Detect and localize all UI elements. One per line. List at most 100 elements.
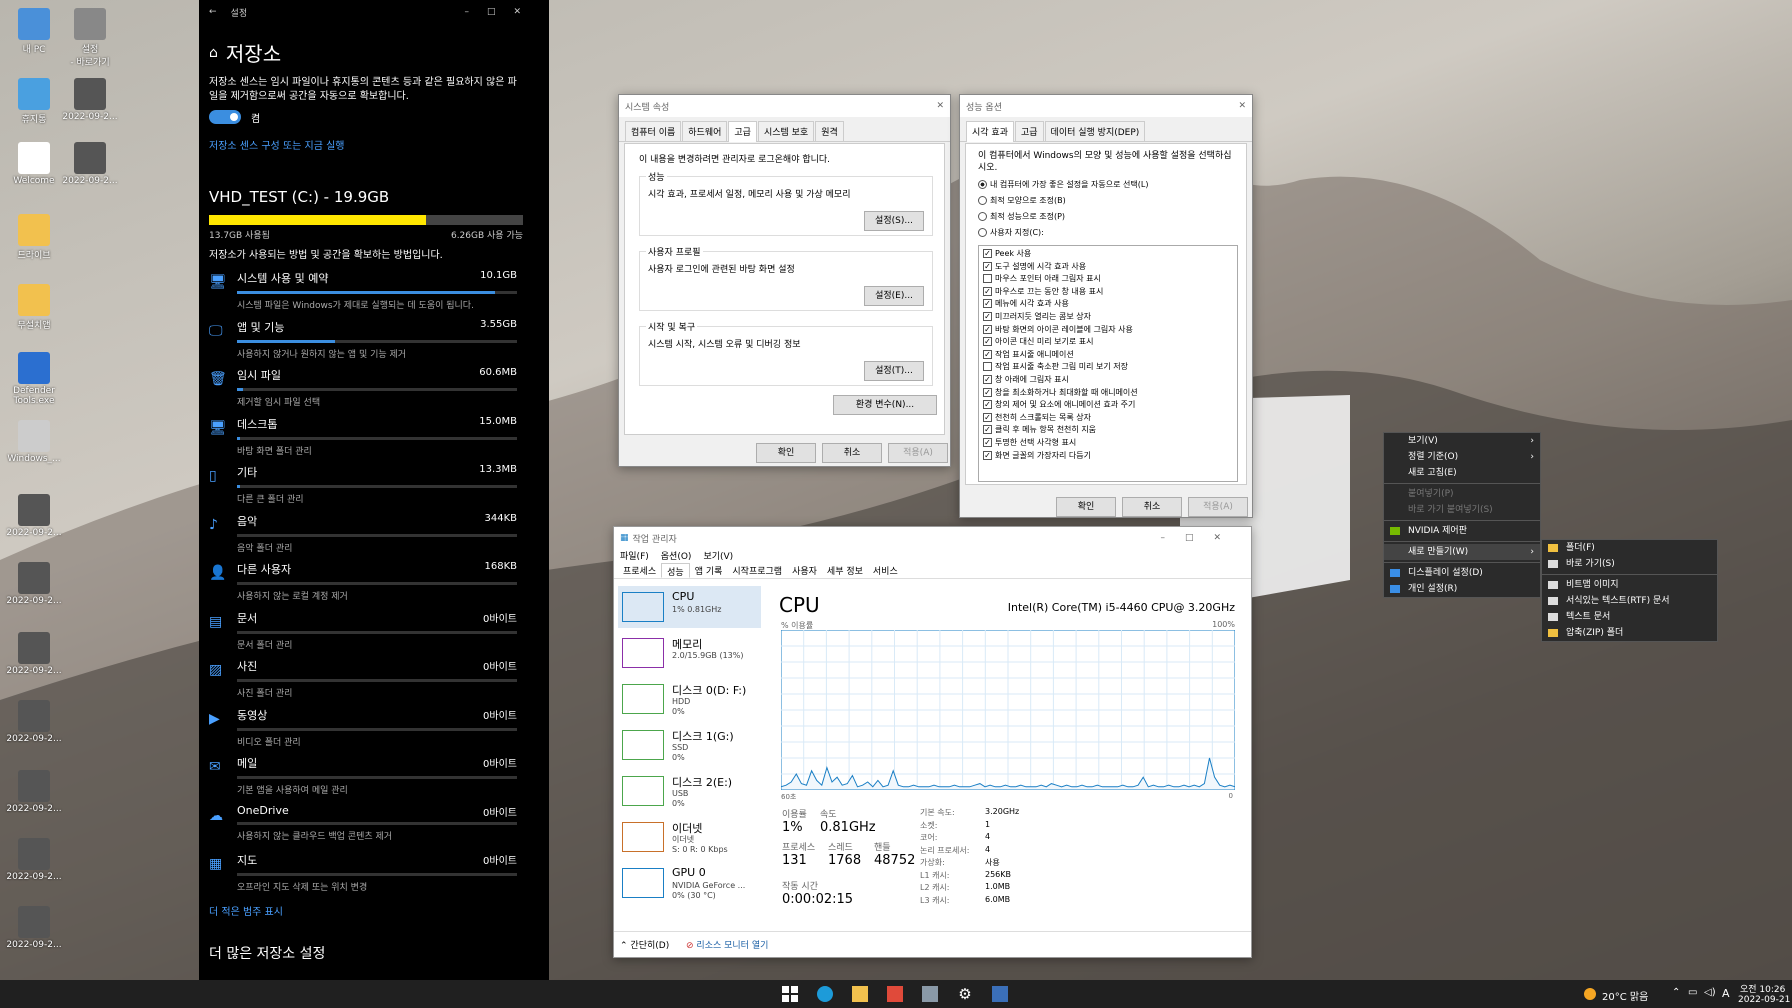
checkbox[interactable]: ✓ [983,261,992,271]
storage-category[interactable]: 지도 0바이트 오프라인 지도 삭제 또는 위치 변경 [237,852,517,893]
checkbox[interactable]: ✓ [983,375,992,384]
radio-button[interactable] [978,228,987,237]
menu-item[interactable]: 보기(V) [703,549,733,563]
desktop-icon[interactable]: 2022-09-2... [4,632,64,676]
storage-category[interactable]: 기타 13.3MB 다른 큰 폴더 관리 [237,464,517,505]
clock-time[interactable]: 오전 10:26 [1740,982,1785,995]
perf-sidebar-item[interactable]: 디스크 2(E:) USB 0% [618,770,761,812]
storage-category[interactable]: 사진 0바이트 사진 폴더 관리 [237,658,517,699]
perf-sidebar-item[interactable]: 디스크 0(D: F:) HDD 0% [618,678,761,720]
tab[interactable]: 사용자 [787,563,822,578]
checkbox-option[interactable]: 작업 표시줄 축소판 그림 미리 보기 저장 [983,361,1128,372]
radio-option[interactable]: 사용자 지정(C): [978,227,1044,238]
env-vars-button[interactable]: 환경 변수(N)... [833,395,937,415]
tab[interactable]: 고급 [1014,121,1044,141]
desktop-icon[interactable]: 무설치앱 [4,284,64,331]
checkbox-option[interactable]: ✓ 천천히 스크롤되는 목록 상자 [983,412,1091,423]
storage-category[interactable]: OneDrive 0바이트 사용하지 않는 클라우드 백업 콘텐츠 제거 [237,804,517,842]
checkbox-option[interactable]: ✓ 미끄러지듯 열리는 콤보 상자 [983,311,1091,322]
checkbox-option[interactable]: ✓ 마우스로 끄는 동안 창 내용 표시 [983,286,1103,297]
group-settings-button[interactable]: 설정(T)... [864,361,924,381]
storage-category[interactable]: 다른 사용자 168KB 사용하지 않는 로컬 계정 제거 [237,561,517,602]
checkbox[interactable]: ✓ [983,450,992,460]
storage-category[interactable]: 시스템 사용 및 예약 10.1GB 시스템 파일은 Windows가 제대로 실행… [237,270,517,311]
checkbox[interactable]: ✓ [983,299,992,309]
perf-sidebar-item[interactable]: 디스크 1(G:) SSD 0% [618,724,761,766]
storage-sense-config-link[interactable]: 저장소 센스 구성 또는 지금 실행 [209,137,345,152]
task-manager-taskbar-icon[interactable] [992,986,1008,1002]
radio-button[interactable] [978,212,987,221]
checkbox[interactable]: ✓ [983,312,992,321]
tab[interactable]: 원격 [815,121,844,141]
checkbox-option[interactable]: ✓ 아이콘 대신 미리 보기로 표시 [983,336,1094,347]
tab[interactable]: 하드웨어 [682,121,728,141]
desktop-icon[interactable]: 휴지통 [4,78,64,125]
fewer-details-button[interactable]: ⌃ 간단히(D) [620,938,669,951]
close-icon[interactable]: ✕ [1238,101,1246,111]
settings-gear-icon[interactable]: ⚙ [957,986,973,1002]
tab[interactable]: 시스템 보호 [757,121,815,141]
checkbox[interactable]: ✓ [983,387,992,397]
checkbox[interactable]: ✓ [983,412,992,422]
menu-item[interactable]: 보기(V) › [1384,433,1540,449]
desktop-icon[interactable]: 2022-09-2... [4,770,64,814]
storage-category[interactable]: 임시 파일 60.6MB 제거할 임시 파일 선택 [237,367,517,408]
fewer-categories-link[interactable]: 더 적은 범주 표시 [209,903,283,918]
desktop-icon[interactable]: 2022-09-2... [4,562,64,606]
tab[interactable]: 컴퓨터 이름 [625,121,682,141]
desktop-icon[interactable]: Welcome [4,142,64,186]
checkbox-option[interactable]: ✓ 바탕 화면의 아이콘 레이블에 그림자 사용 [983,324,1133,335]
menu-item[interactable]: 바로 가기(S) [1542,556,1717,572]
perf-sidebar-item[interactable]: GPU 0 NVIDIA GeForce ... 0% (30 °C) [618,862,761,904]
checkbox[interactable]: ✓ [983,324,992,334]
desktop-icon[interactable]: Windows_... [4,420,64,464]
file-explorer-icon[interactable] [852,986,868,1002]
menu-item[interactable]: 개인 설정(R) [1384,581,1540,597]
menu-item[interactable]: 폴더(F) [1542,540,1717,556]
volume-icon[interactable]: ◁) [1704,987,1716,998]
ime-indicator[interactable]: A [1722,987,1730,1000]
menu-item[interactable]: NVIDIA 제어판 [1384,523,1540,539]
tray-chevron-icon[interactable]: ⌃ [1672,987,1680,998]
visual-effects-list[interactable]: ✓ Peek 사용 ✓ 도구 설명에 시각 효과 사용 마우스 포인터 아래 그림자 표… [978,245,1238,482]
checkbox-option[interactable]: 마우스 포인터 아래 그림자 표시 [983,273,1101,284]
checkbox-option[interactable]: ✓ 작업 표시줄 애니메이션 [983,349,1074,360]
menu-item[interactable]: 서식있는 텍스트(RTF) 문서 [1542,593,1717,609]
checkbox-option[interactable]: ✓ 투명한 선택 사각형 표시 [983,437,1076,448]
apply-button[interactable]: 적용(A) [1188,497,1248,517]
window-controls[interactable]: –□✕ [1160,533,1241,543]
perf-sidebar-item[interactable]: 메모리 2.0/15.9GB (13%) [618,632,761,674]
checkbox[interactable]: ✓ [983,425,992,435]
weather-text[interactable]: 20°C 맑음 [1602,988,1648,1003]
back-arrow-icon[interactable]: ← [209,7,217,17]
storage-category[interactable]: 앱 및 기능 3.55GB 사용하지 않거나 원하지 않는 앱 및 기능 제거 [237,319,517,360]
checkbox[interactable]: ✓ [983,400,992,410]
checkbox-option[interactable]: ✓ 창의 제어 및 요소에 애니메이션 효과 주기 [983,399,1135,410]
menu-item[interactable]: 정렬 기준(O) › [1384,449,1540,465]
tab[interactable]: 서비스 [868,563,903,578]
desktop-icon[interactable]: 2022-09-2... [4,494,64,538]
group-settings-button[interactable]: 설정(E)... [864,286,924,306]
tab[interactable]: 시작프로그램 [727,563,787,578]
desktop-icon[interactable]: 2022-09-2... [4,906,64,950]
desktop-icon[interactable]: Defender Tools.exe [4,352,64,406]
desktop-icon[interactable]: 2022-09-2... [4,700,64,744]
desktop-icon[interactable]: 2022-09-2... [60,142,120,186]
radio-option[interactable]: 최적 성능으로 조정(P) [978,211,1065,222]
menu-item[interactable]: 바로 가기 붙여넣기(S) [1384,502,1540,518]
menu-item[interactable]: 디스플레이 설정(D) [1384,565,1540,581]
tab[interactable]: 세부 정보 [822,563,868,578]
perf-sidebar-item[interactable]: 이더넷 이더넷 S: 0 R: 0 Kbps [618,816,761,858]
ok-button[interactable]: 확인 [1056,497,1116,517]
resource-monitor-link[interactable]: ⊘ 리소스 모니터 열기 [686,938,768,951]
checkbox[interactable]: ✓ [983,249,992,258]
storage-category[interactable]: 동영상 0바이트 비디오 폴더 관리 [237,707,517,748]
perf-sidebar-item[interactable]: CPU 1% 0.81GHz [618,586,761,628]
tab[interactable]: 데이터 실행 방지(DEP) [1044,121,1146,141]
store-icon[interactable] [887,986,903,1002]
checkbox[interactable]: ✓ [983,438,992,447]
storage-category[interactable]: 문서 0바이트 문서 폴더 관리 [237,610,517,651]
clock-date[interactable]: 2022-09-21 [1738,995,1790,1005]
system-properties-taskbar-icon[interactable] [922,986,938,1002]
desktop-icon[interactable]: 내 PC [4,8,64,55]
